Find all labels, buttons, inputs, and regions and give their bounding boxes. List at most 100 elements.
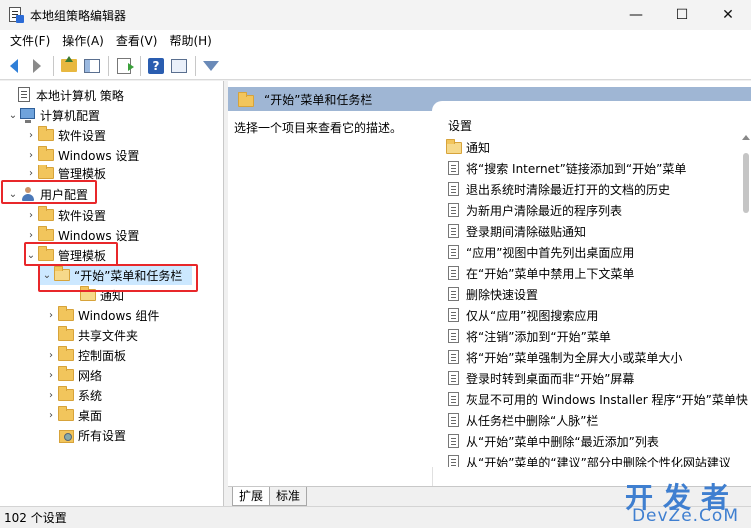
tree-item-notifications[interactable]: 通知 [66, 285, 124, 305]
tree-item-software-settings[interactable]: › 软件设置 [24, 125, 106, 145]
up-one-level-button[interactable] [59, 56, 79, 76]
settings-list[interactable]: 设置 通知 将“搜索 Internet”链接添加到“开始”菜单 退出系统时清除最… [432, 101, 751, 467]
folder-open-icon [54, 266, 70, 283]
filter-icon [203, 60, 219, 71]
list-item-notifications-folder[interactable]: 通知 [446, 137, 490, 158]
list-item-policy[interactable]: 为新用户清除最近的程序列表 [446, 200, 622, 221]
menu-file[interactable]: 文件(F) [4, 30, 56, 52]
menu-view[interactable]: 查看(V) [110, 30, 164, 52]
window-controls: — ☐ ✕ [613, 0, 751, 30]
tree-item-user-software-settings[interactable]: › 软件设置 [24, 205, 106, 225]
list-item-policy[interactable]: 在“开始”菜单中禁用上下文菜单 [446, 263, 634, 284]
show-hide-tree-icon [84, 58, 100, 73]
chevron-right-icon[interactable]: › [24, 230, 38, 241]
chevron-right-icon[interactable]: › [24, 210, 38, 221]
chevron-right-icon[interactable]: › [44, 350, 58, 361]
forward-button[interactable] [27, 56, 47, 76]
scroll-up-arrow-icon[interactable] [742, 135, 750, 140]
tree-item-all-settings[interactable]: 所有设置 [44, 425, 126, 445]
chevron-down-icon[interactable]: ⌄ [24, 250, 38, 261]
back-button[interactable] [4, 56, 24, 76]
show-hide-tree-button[interactable] [82, 56, 102, 76]
menu-help[interactable]: 帮助(H) [163, 30, 217, 52]
tab-standard[interactable]: 标准 [269, 487, 308, 506]
policy-setting-icon [446, 455, 460, 467]
tree-item-shared-folders[interactable]: 共享文件夹 [44, 325, 138, 345]
tree-item-start-menu-taskbar[interactable]: ⌄ “开始”菜单和任务栏 [40, 265, 192, 285]
help-button[interactable]: ? [146, 56, 166, 76]
list-item-policy[interactable]: “应用”视图中首先列出桌面应用 [446, 242, 634, 263]
export-list-button[interactable] [114, 56, 134, 76]
tree-item-windows-settings[interactable]: › Windows 设置 [24, 145, 139, 165]
policy-setting-icon [446, 224, 460, 239]
watermark: 开发者 DevZe.CoM [587, 476, 747, 526]
folder-icon [38, 126, 54, 143]
folder-icon [238, 91, 254, 107]
list-item-policy[interactable]: 灰显不可用的 Windows Installer 程序“开始”菜单快 [446, 389, 748, 410]
description-text: 选择一个项目来查看它的描述。 [234, 121, 403, 135]
tree-item-desktop[interactable]: › 桌面 [44, 405, 102, 425]
minimize-button[interactable]: — [613, 0, 659, 30]
tree-item-network[interactable]: › 网络 [44, 365, 102, 385]
list-item-policy[interactable]: 登录期间清除磁贴通知 [446, 221, 586, 242]
folder-up-icon [61, 56, 77, 72]
list-item-policy[interactable]: 退出系统时清除最近打开的文档的历史 [446, 179, 670, 200]
folder-icon [58, 366, 74, 383]
filter-button[interactable] [201, 56, 221, 76]
list-item-policy[interactable]: 将“搜索 Internet”链接添加到“开始”菜单 [446, 158, 686, 179]
tree-item-local-computer-policy[interactable]: 本地计算机 策略 [2, 85, 124, 105]
window-title: 本地组策略编辑器 [30, 8, 127, 23]
user-icon [20, 186, 36, 202]
chevron-right-icon[interactable]: › [24, 168, 38, 179]
menu-bar: 文件(F) 操作(A) 查看(V) 帮助(H) [0, 30, 751, 52]
tree-item-control-panel[interactable]: › 控制面板 [44, 345, 126, 365]
folder-icon [58, 406, 74, 423]
description-panel: 选择一个项目来查看它的描述。 [228, 111, 433, 489]
folder-icon [58, 326, 74, 343]
chevron-right-icon[interactable]: › [44, 310, 58, 321]
policy-setting-icon [446, 371, 460, 386]
chevron-down-icon[interactable]: ⌄ [40, 270, 54, 281]
document-icon [16, 87, 32, 103]
tree-item-admin-templates[interactable]: › 管理模板 [24, 165, 106, 181]
chevron-right-icon[interactable]: › [24, 150, 38, 161]
properties-button[interactable] [169, 56, 189, 76]
chevron-right-icon[interactable]: › [44, 410, 58, 421]
chevron-right-icon[interactable]: › [44, 370, 58, 381]
list-item-policy[interactable]: 删除快速设置 [446, 284, 538, 305]
tree-item-windows-components[interactable]: › Windows 组件 [44, 305, 159, 325]
close-button[interactable]: ✕ [705, 0, 751, 30]
tree-item-user-admin-templates[interactable]: ⌄ 管理模板 [24, 245, 106, 265]
toolbar-separator [140, 55, 141, 76]
tree-item-user-windows-settings[interactable]: › Windows 设置 [24, 225, 139, 245]
tab-extended[interactable]: 扩展 [232, 487, 271, 506]
list-item-policy[interactable]: 将“开始”菜单强制为全屏大小或菜单大小 [446, 347, 682, 368]
folder-icon [38, 165, 54, 181]
chevron-down-icon[interactable]: ⌄ [6, 110, 20, 121]
folder-icon [80, 286, 96, 303]
tree-pane[interactable]: 本地计算机 策略 ⌄ 计算机配置 › 软件设置 › Windows 设置 › 管… [0, 81, 224, 506]
column-header-setting[interactable]: 设置 [448, 117, 472, 134]
chevron-right-icon[interactable]: › [44, 390, 58, 401]
list-item-policy[interactable]: 将“注销”添加到“开始”菜单 [446, 326, 611, 347]
folder-icon [38, 226, 54, 243]
chevron-right-icon[interactable]: › [24, 130, 38, 141]
folder-icon [38, 206, 54, 223]
menu-action[interactable]: 操作(A) [56, 30, 110, 52]
tree-item-user-config[interactable]: ⌄ 用户配置 [6, 184, 88, 204]
vertical-scrollbar[interactable] [743, 153, 749, 213]
list-item-policy[interactable]: 从“开始”菜单的“建议”部分中删除个性化网站建议 [446, 452, 731, 467]
all-settings-icon [58, 427, 74, 443]
list-item-policy[interactable]: 从“开始”菜单中删除“最近添加”列表 [446, 431, 659, 452]
tree-item-system[interactable]: › 系统 [44, 385, 102, 405]
maximize-button[interactable]: ☐ [659, 0, 705, 30]
policy-setting-icon [446, 392, 460, 407]
back-arrow-icon [10, 58, 18, 73]
list-item-policy[interactable]: 仅从“应用”视图搜索应用 [446, 305, 598, 326]
details-pane: “开始”菜单和任务栏 选择一个项目来查看它的描述。 设置 通知 将“搜索 Int… [228, 81, 751, 506]
list-item-policy[interactable]: 登录时转到桌面而非“开始”屏幕 [446, 368, 634, 389]
list-item-policy[interactable]: 从任务栏中删除“人脉”栏 [446, 410, 598, 431]
chevron-down-icon[interactable]: ⌄ [6, 189, 20, 200]
policy-editor-app-icon [8, 7, 24, 23]
tree-item-computer-config[interactable]: ⌄ 计算机配置 [6, 105, 100, 125]
